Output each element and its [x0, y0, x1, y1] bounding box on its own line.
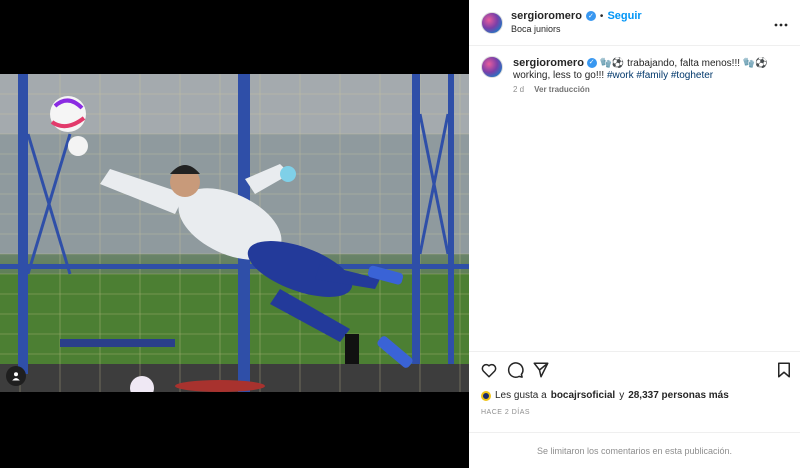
paper-plane-icon[interactable] — [532, 361, 550, 379]
post-header: sergioromero ✓ • Seguir Boca juniors — [469, 0, 800, 46]
more-options-button[interactable] — [774, 14, 788, 30]
more-horizontal-icon — [774, 23, 788, 27]
location-link[interactable]: Boca juniors — [511, 24, 561, 34]
heart-icon[interactable] — [480, 361, 498, 379]
liker-username-link[interactable]: bocajrsoficial — [551, 390, 615, 401]
media-area — [0, 0, 469, 468]
post-side-panel: sergioromero ✓ • Seguir Boca juniors ser… — [469, 0, 800, 468]
post-photo[interactable] — [0, 74, 469, 392]
caption-text: sergioromero ✓ 🧤⚽ trabajando, falta meno… — [513, 57, 783, 82]
username-link[interactable]: sergioromero — [511, 10, 582, 22]
hashtag-link[interactable]: #family — [636, 70, 668, 81]
liker-avatar[interactable] — [481, 390, 491, 401]
likes-summary: Les gusta a bocajrsoficial y 28,337 pers… — [481, 390, 729, 401]
user-tag-icon — [12, 372, 20, 381]
post-timestamp[interactable]: HACE 2 DÍAS — [481, 409, 530, 416]
hashtag-link[interactable]: #togheter — [671, 70, 713, 81]
actions-area: Les gusta a bocajrsoficial y 28,337 pers… — [469, 351, 800, 468]
likes-connector: y — [619, 390, 625, 401]
caption-timestamp[interactable]: 2 d — [513, 85, 524, 94]
caption-emojis-trail: 🧤⚽ — [742, 58, 768, 69]
separator-dot: • — [599, 10, 604, 22]
caption-line2: working, less to go!!! — [513, 70, 605, 81]
caption-area: sergioromero ✓ 🧤⚽ trabajando, falta meno… — [469, 46, 800, 351]
header-name-row: sergioromero ✓ • Seguir — [511, 10, 642, 22]
see-translation-button[interactable]: Ver traducción — [534, 85, 590, 94]
avatar[interactable] — [481, 12, 503, 34]
comments-limited-notice: Se limitaron los comentarios en esta pub… — [469, 432, 800, 468]
likes-prefix: Les gusta a — [495, 390, 547, 401]
caption-line1: trabajando, falta menos!!! — [627, 58, 741, 69]
hashtag-link[interactable]: #work — [607, 70, 634, 81]
verified-badge-icon: ✓ — [585, 11, 596, 21]
verified-badge-icon: ✓ — [586, 58, 597, 69]
goalkeeper-photo-illustration — [0, 74, 469, 392]
bookmark-icon[interactable] — [775, 361, 793, 379]
tagged-users-button[interactable] — [6, 366, 26, 386]
follow-button[interactable]: Seguir — [607, 10, 641, 22]
likes-count-link[interactable]: 28,337 personas más — [628, 390, 729, 401]
caption-emojis-lead: 🧤⚽ — [599, 58, 625, 69]
caption-username-link[interactable]: sergioromero — [513, 57, 584, 69]
comment-icon[interactable] — [506, 361, 524, 379]
caption-meta: 2 d Ver traducción — [513, 85, 590, 94]
caption-avatar[interactable] — [481, 56, 503, 78]
